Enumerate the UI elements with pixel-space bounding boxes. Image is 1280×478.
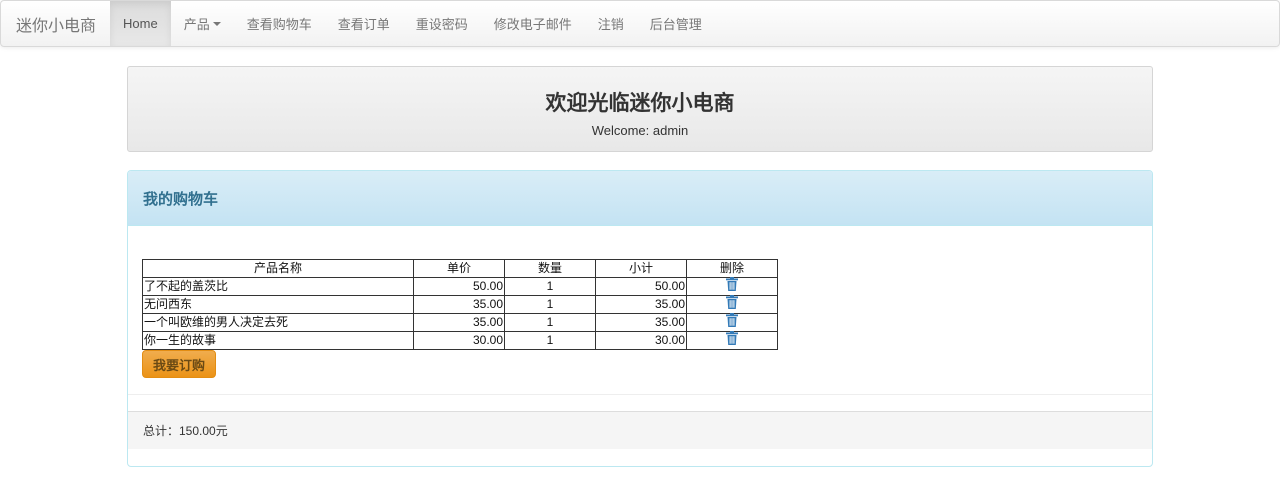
cell-product-name: 你一生的故事 <box>142 331 414 350</box>
nav-admin-label: 后台管理 <box>649 17 702 32</box>
nav-home[interactable]: Home <box>110 1 171 46</box>
cell-delete <box>686 276 778 296</box>
caret-down-icon <box>212 21 221 26</box>
top-navbar: 迷你小电商 Home 产品 查看购物车 查看订单 重设密码 修改电子邮件 注销 … <box>0 0 1280 47</box>
table-row: 无问西东 35.00 1 35.00 <box>142 294 778 314</box>
cell-product-name: 了不起的盖茨比 <box>142 277 414 296</box>
nav-reset-password-label: 重设密码 <box>415 17 468 32</box>
nav-products-dropdown[interactable]: 产品 <box>171 1 234 46</box>
nav-logout-label: 注销 <box>597 17 624 32</box>
cart-table: 产品名称 单价 数量 小计 删除 了不起的盖茨比 50.00 1 50.00 无… <box>142 259 778 350</box>
table-header-row: 产品名称 单价 数量 小计 删除 <box>142 259 778 278</box>
cell-delete <box>686 312 778 332</box>
cell-unit-price: 35.00 <box>413 313 505 332</box>
nav-change-email[interactable]: 修改电子邮件 <box>481 1 585 46</box>
cell-subtotal: 50.00 <box>595 277 687 296</box>
cell-quantity: 1 <box>504 295 596 314</box>
welcome-banner: 欢迎光临迷你小电商 Welcome: admin <box>127 66 1153 152</box>
column-header-delete: 删除 <box>686 259 778 278</box>
table-row: 一个叫欧维的男人决定去死 35.00 1 35.00 <box>142 312 778 332</box>
place-order-button[interactable]: 我要订购 <box>142 350 216 378</box>
nav-logout[interactable]: 注销 <box>585 1 637 46</box>
nav-change-email-label: 修改电子邮件 <box>493 17 572 32</box>
cell-subtotal: 35.00 <box>595 295 687 314</box>
nav-home-label: Home <box>123 16 158 31</box>
welcome-user: Welcome: admin <box>591 123 689 138</box>
cart-total: 总计：150.00元 <box>128 411 1152 449</box>
trash-icon[interactable] <box>725 330 739 345</box>
nav-view-orders-label: 查看订单 <box>337 17 390 32</box>
cell-delete <box>686 330 778 350</box>
column-header-product-name: 产品名称 <box>142 259 414 278</box>
welcome-title: 欢迎光临迷你小电商 <box>545 92 735 115</box>
nav-view-cart-label: 查看购物车 <box>246 17 312 32</box>
cart-panel-body: 产品名称 单价 数量 小计 删除 了不起的盖茨比 50.00 1 50.00 无… <box>128 226 1152 395</box>
table-row: 了不起的盖茨比 50.00 1 50.00 <box>142 276 778 296</box>
cell-unit-price: 50.00 <box>413 277 505 296</box>
trash-icon[interactable] <box>725 276 739 291</box>
cell-quantity: 1 <box>504 331 596 350</box>
nav-reset-password[interactable]: 重设密码 <box>403 1 481 46</box>
nav-view-orders[interactable]: 查看订单 <box>325 1 403 46</box>
trash-icon[interactable] <box>725 312 739 327</box>
cart-panel-heading: 我的购物车 <box>128 171 1152 226</box>
cell-quantity: 1 <box>504 313 596 332</box>
brand-logo[interactable]: 迷你小电商 <box>1 1 110 46</box>
cell-delete <box>686 294 778 314</box>
table-row: 你一生的故事 30.00 1 30.00 <box>142 330 778 350</box>
column-header-quantity: 数量 <box>504 259 596 278</box>
column-header-unit-price: 单价 <box>413 259 505 278</box>
cell-quantity: 1 <box>504 277 596 296</box>
cell-unit-price: 30.00 <box>413 331 505 350</box>
cell-unit-price: 35.00 <box>413 295 505 314</box>
cell-product-name: 无问西东 <box>142 295 414 314</box>
cell-subtotal: 30.00 <box>595 331 687 350</box>
nav-admin[interactable]: 后台管理 <box>637 1 715 46</box>
column-header-subtotal: 小计 <box>595 259 687 278</box>
cell-product-name: 一个叫欧维的男人决定去死 <box>142 313 414 332</box>
cell-subtotal: 35.00 <box>595 313 687 332</box>
trash-icon[interactable] <box>725 294 739 309</box>
cart-panel: 我的购物车 产品名称 单价 数量 小计 删除 了不起的盖茨比 50.00 1 5… <box>127 170 1153 467</box>
nav-products-label: 产品 <box>183 17 210 32</box>
nav-view-cart[interactable]: 查看购物车 <box>234 1 325 46</box>
